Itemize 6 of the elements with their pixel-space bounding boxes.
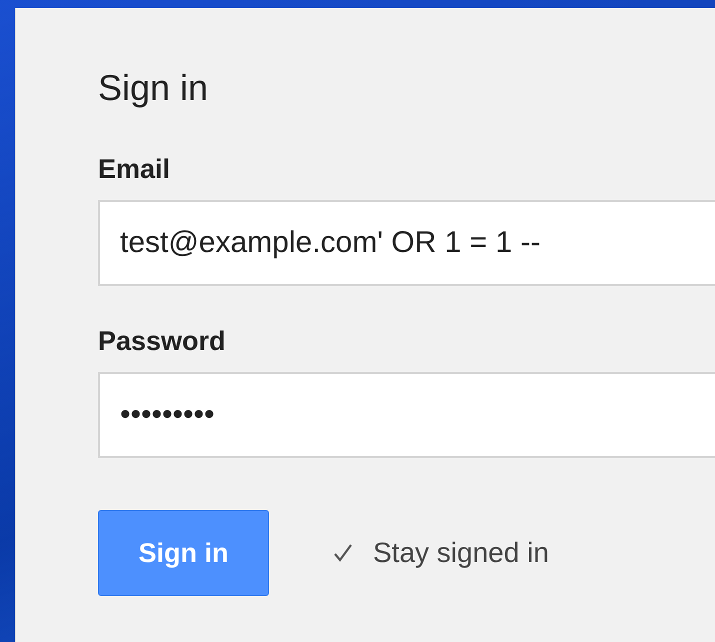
input-field[interactable]: ••••••••• <box>98 372 715 458</box>
stay-signed-in-label: Stay signed in <box>373 537 549 569</box>
field-label: Email <box>98 153 172 186</box>
sign-in-title: Sign in <box>98 66 210 110</box>
input-field[interactable]: test@example.com' OR 1 = 1 -- <box>98 200 715 286</box>
field-label: Password <box>98 325 227 358</box>
